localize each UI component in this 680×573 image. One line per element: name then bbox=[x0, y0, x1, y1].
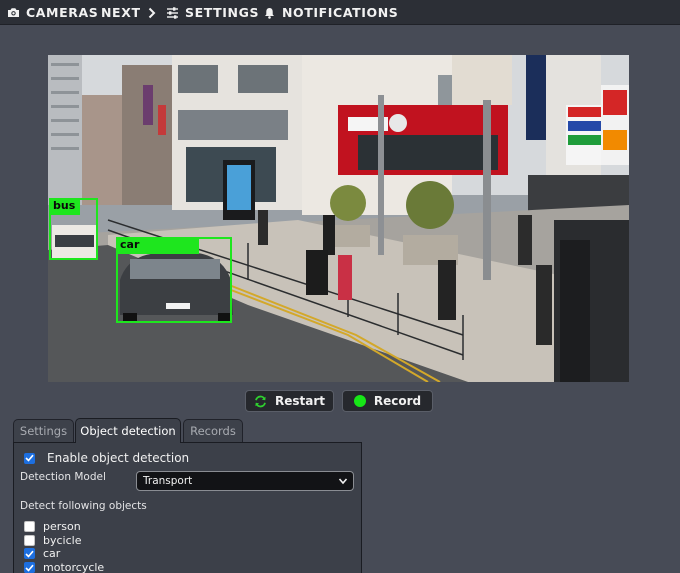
bycicle-checkbox[interactable] bbox=[24, 535, 35, 546]
chevron-right-icon bbox=[148, 6, 158, 20]
refresh-icon bbox=[254, 395, 267, 408]
car-label: car bbox=[43, 547, 61, 560]
detection-label-car: car bbox=[116, 237, 200, 254]
sliders-icon bbox=[165, 6, 179, 20]
detection-model-select[interactable]: Transport bbox=[136, 471, 354, 491]
nav-notifications[interactable]: NOTIFICATIONS bbox=[262, 5, 398, 20]
bell-icon bbox=[262, 6, 276, 20]
detect-objects-label: Detect following objects bbox=[20, 500, 147, 512]
record-button[interactable]: Record bbox=[342, 390, 433, 412]
detection-model-value: Transport bbox=[143, 475, 193, 487]
enable-object-detection-checkbox[interactable] bbox=[24, 452, 35, 464]
chevron-down-icon bbox=[338, 475, 348, 490]
nav-cameras-label: CAMERAS bbox=[26, 5, 99, 20]
object-option-person[interactable]: person bbox=[24, 520, 81, 533]
nav-cameras[interactable]: CAMERAS bbox=[6, 5, 98, 20]
record-dot-icon bbox=[353, 395, 366, 407]
object-option-bycicle[interactable]: bycicle bbox=[24, 534, 81, 547]
street-scene-image bbox=[48, 55, 629, 382]
object-option-motorcycle[interactable]: motorcycle bbox=[24, 561, 104, 573]
tab-records[interactable]: Records bbox=[183, 419, 243, 442]
nav-settings[interactable]: SETTINGS bbox=[165, 5, 259, 20]
car-checkbox[interactable] bbox=[24, 548, 35, 559]
nav-notifications-label: NOTIFICATIONS bbox=[282, 5, 399, 20]
restart-button[interactable]: Restart bbox=[245, 390, 334, 412]
bycicle-label: bycicle bbox=[43, 534, 82, 547]
restart-button-label: Restart bbox=[274, 394, 325, 408]
detection-model-label: Detection Model bbox=[20, 471, 106, 483]
enable-object-detection-row[interactable]: Enable object detection bbox=[24, 451, 189, 465]
camera-icon bbox=[6, 6, 20, 20]
person-checkbox[interactable] bbox=[24, 521, 35, 532]
tab-object-detection[interactable]: Object detection bbox=[75, 418, 181, 443]
nav-next[interactable]: NEXT bbox=[101, 5, 158, 20]
camera-feed[interactable]: bus car bbox=[48, 55, 629, 382]
detection-label-bus: bus bbox=[49, 198, 81, 215]
object-detection-panel: Enable object detection Detection Model … bbox=[13, 442, 362, 573]
nav-next-label: NEXT bbox=[101, 5, 141, 20]
object-option-car[interactable]: car bbox=[24, 547, 60, 560]
motorcycle-checkbox[interactable] bbox=[24, 562, 35, 573]
person-label: person bbox=[43, 520, 81, 533]
record-button-label: Record bbox=[373, 394, 422, 408]
motorcycle-label: motorcycle bbox=[43, 561, 105, 573]
top-navigation-bar: CAMERAS NEXT SETTINGS NOTIFICATIONS bbox=[0, 0, 680, 25]
tab-settings[interactable]: Settings bbox=[13, 419, 74, 442]
enable-object-detection-label: Enable object detection bbox=[47, 451, 190, 465]
nav-settings-label: SETTINGS bbox=[185, 5, 260, 20]
